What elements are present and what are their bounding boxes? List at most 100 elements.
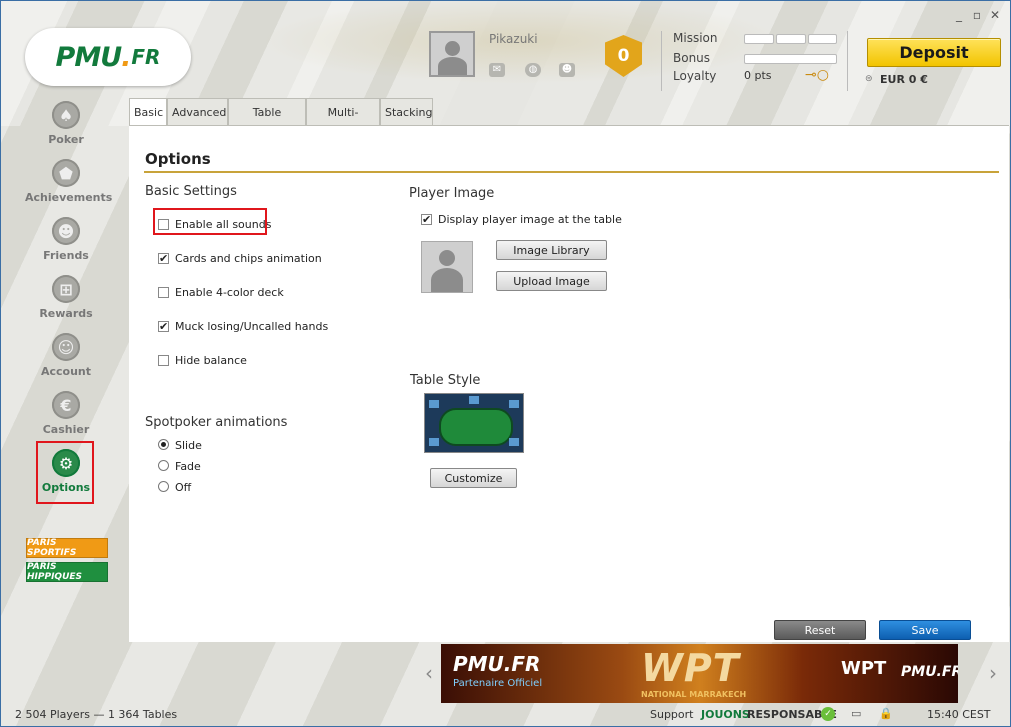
seat-4 [509, 438, 519, 446]
loyalty-value: 0 pts [744, 69, 772, 82]
globe-icon[interactable]: ◍ [525, 63, 541, 77]
muck-hands-label[interactable]: Muck losing/Uncalled hands [175, 320, 328, 333]
four-color-deck-checkbox[interactable] [158, 287, 169, 298]
preview-head [439, 250, 455, 266]
slide-radio[interactable] [158, 439, 169, 450]
basic-settings-title: Basic Settings [145, 184, 237, 199]
image-library-button[interactable]: Image Library [496, 240, 607, 260]
ad-banner[interactable]: PMU.FR Partenaire Officiel WPT NATIONAL … [441, 644, 958, 703]
cards-animation-label[interactable]: Cards and chips animation [175, 252, 322, 265]
account-icon: ☺ [52, 333, 80, 361]
monitor-icon[interactable]: ▭ [851, 707, 861, 720]
friends-icon[interactable]: ☻ [559, 63, 575, 77]
banner-brand: PMU.FR [453, 652, 541, 676]
support-link[interactable]: Support [650, 708, 693, 721]
page-title: Options [145, 150, 211, 168]
logo-tld: FR [131, 45, 161, 69]
save-button[interactable]: Save [879, 620, 971, 640]
pmu-logo[interactable]: PMU. FR [25, 28, 191, 86]
deposit-button[interactable]: Deposit [867, 38, 1001, 67]
table-style-title: Table Style [410, 373, 481, 388]
coin-icon: ⊜ [865, 74, 873, 84]
table-style-preview[interactable] [424, 393, 524, 453]
options-panel: Options Basic Settings Enable all sounds… [129, 125, 1009, 642]
avatar-head [445, 41, 460, 56]
close-icon[interactable]: ✕ [987, 8, 1003, 22]
highlight-box-sounds [153, 208, 267, 235]
avatar[interactable] [429, 31, 475, 77]
avatar-body [438, 57, 467, 75]
sidebar-item-label: Cashier [42, 423, 90, 436]
cards-animation-checkbox[interactable]: ✔ [158, 253, 169, 264]
customize-button[interactable]: Customize [430, 468, 517, 488]
hide-balance-checkbox[interactable] [158, 355, 169, 366]
clock-text: 15:40 CEST [927, 708, 991, 721]
mail-icon[interactable]: ✉ [489, 63, 505, 77]
tab-basic[interactable]: Basic [129, 98, 167, 127]
banner-event-sub: NATIONAL MARRAKECH [641, 690, 747, 699]
paris-sportifs-button[interactable]: PARIS SPORTIFS [26, 538, 108, 558]
seat-3 [429, 438, 439, 446]
upload-image-button[interactable]: Upload Image [496, 271, 607, 291]
display-player-image-label[interactable]: Display player image at the table [438, 213, 622, 226]
sidebar-item-rewards[interactable]: ⊞ Rewards [25, 275, 107, 320]
sidebar-item-friends[interactable]: ☻ Friends [25, 217, 107, 262]
mission-label: Mission [673, 31, 718, 45]
preview-body [431, 268, 463, 292]
table-felt [439, 408, 513, 446]
sidebar-item-account[interactable]: ☺ Account [25, 333, 107, 378]
bonus-label: Bonus [673, 51, 711, 65]
four-color-deck-label[interactable]: Enable 4-color deck [175, 286, 284, 299]
sidebar-item-achievements[interactable]: ⬟ Achievements [25, 159, 113, 204]
highlight-box-options [36, 441, 94, 504]
muck-hands-checkbox[interactable]: ✔ [158, 321, 169, 332]
slide-label[interactable]: Slide [175, 439, 202, 452]
banner-right-brand: PMU.FR [901, 664, 958, 680]
player-image-preview [421, 241, 473, 293]
gift-icon: ⊞ [52, 275, 80, 303]
friends-icon: ☻ [52, 217, 80, 245]
sidebar-item-cashier[interactable]: € Cashier [25, 391, 107, 436]
fade-label[interactable]: Fade [175, 460, 201, 473]
responsible-gaming-icon[interactable]: ✓ [821, 707, 835, 721]
seat-5 [469, 396, 479, 404]
sidebar-item-label: Achievements [25, 191, 113, 204]
tab-multi-tabling[interactable]: Multi-tabling [306, 98, 380, 147]
mission-bar-2 [776, 34, 806, 44]
maximize-icon[interactable]: ▫ [969, 8, 985, 22]
jouons-text: JOUONS [701, 708, 750, 721]
off-label[interactable]: Off [175, 481, 191, 494]
paris-hippiques-button[interactable]: PARIS HIPPIQUES [26, 562, 108, 582]
fade-radio[interactable] [158, 460, 169, 471]
banner-tagline: Partenaire Officiel [453, 678, 543, 689]
hide-balance-label[interactable]: Hide balance [175, 354, 247, 367]
display-player-image-checkbox[interactable]: ✔ [421, 214, 432, 225]
mission-bar-3 [808, 34, 837, 44]
sidebar-item-label: Rewards [39, 307, 93, 320]
banner-event: WPT [641, 646, 740, 690]
reset-button[interactable]: Reset [774, 620, 866, 640]
spade-icon: ♠ [52, 101, 80, 129]
players-tables-count: 2 504 Players — 1 364 Tables [15, 708, 178, 721]
seat-2 [509, 400, 519, 408]
balance-text: EUR 0 € [880, 73, 928, 86]
shield-icon: ⬟ [52, 159, 80, 187]
header-divider [661, 31, 662, 91]
sidebar-item-label: Account [40, 365, 92, 378]
banner-prev-icon[interactable]: ‹ [425, 661, 433, 685]
app-window: _ ▫ ✕ PMU. FR ♠ Poker ⬟ Achievements ☻ Fr… [0, 0, 1011, 727]
banner-next-icon[interactable]: › [989, 661, 997, 685]
sidebar-item-poker[interactable]: ♠ Poker [25, 101, 107, 146]
sidebar-item-label: Friends [43, 249, 89, 262]
logo-dot: . [121, 41, 132, 73]
lock-icon: 🔒 [879, 707, 893, 720]
mission-bar-1 [744, 34, 774, 44]
status-bar: 2 504 Players — 1 364 Tables Support JOU… [1, 704, 1010, 726]
minimize-icon[interactable]: _ [951, 8, 967, 22]
off-radio[interactable] [158, 481, 169, 492]
tab-stacking[interactable]: Stacking [380, 98, 433, 126]
tab-advanced[interactable]: Advanced [167, 98, 228, 126]
sidebar-item-label: Poker [48, 133, 84, 146]
header-divider-2 [847, 31, 848, 91]
tab-table-options[interactable]: Table options [228, 98, 306, 147]
